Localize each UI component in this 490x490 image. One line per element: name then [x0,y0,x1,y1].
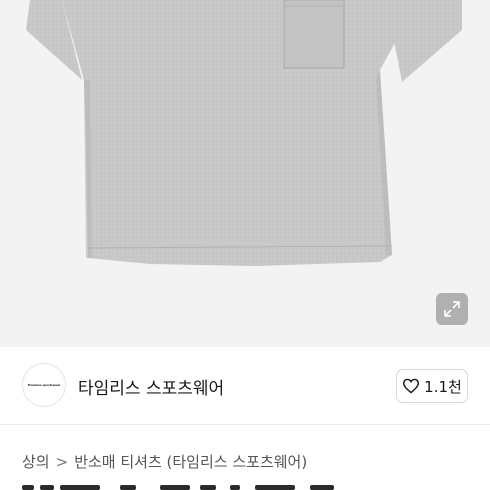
like-count: 1.1천 [424,377,462,396]
heart-outline-icon [403,378,420,394]
expand-arrows-icon [444,301,460,317]
breadcrumb-category[interactable]: 상의 [22,451,50,472]
store-logo-text: Timeless sportswear [27,383,61,387]
store-row[interactable]: Timeless sportswear 타임리스 스포츠웨어 1.1천 [0,347,490,425]
store-name[interactable]: 타임리스 스포츠웨어 [78,374,224,399]
expand-image-button[interactable] [436,293,468,325]
breadcrumb-subcategory[interactable]: 반소매 티셔츠 (타임리스 스포츠웨어) [74,451,307,472]
like-button[interactable]: 1.1천 [396,369,468,403]
chevron-right-icon: > [55,452,69,471]
store-logo[interactable]: Timeless sportswear [22,363,66,407]
tshirt-image [26,0,462,266]
product-image[interactable] [0,0,490,347]
breadcrumb: 상의 > 반소매 티셔츠 (타임리스 스포츠웨어) [22,451,307,472]
cut-off-text-row [0,482,490,490]
